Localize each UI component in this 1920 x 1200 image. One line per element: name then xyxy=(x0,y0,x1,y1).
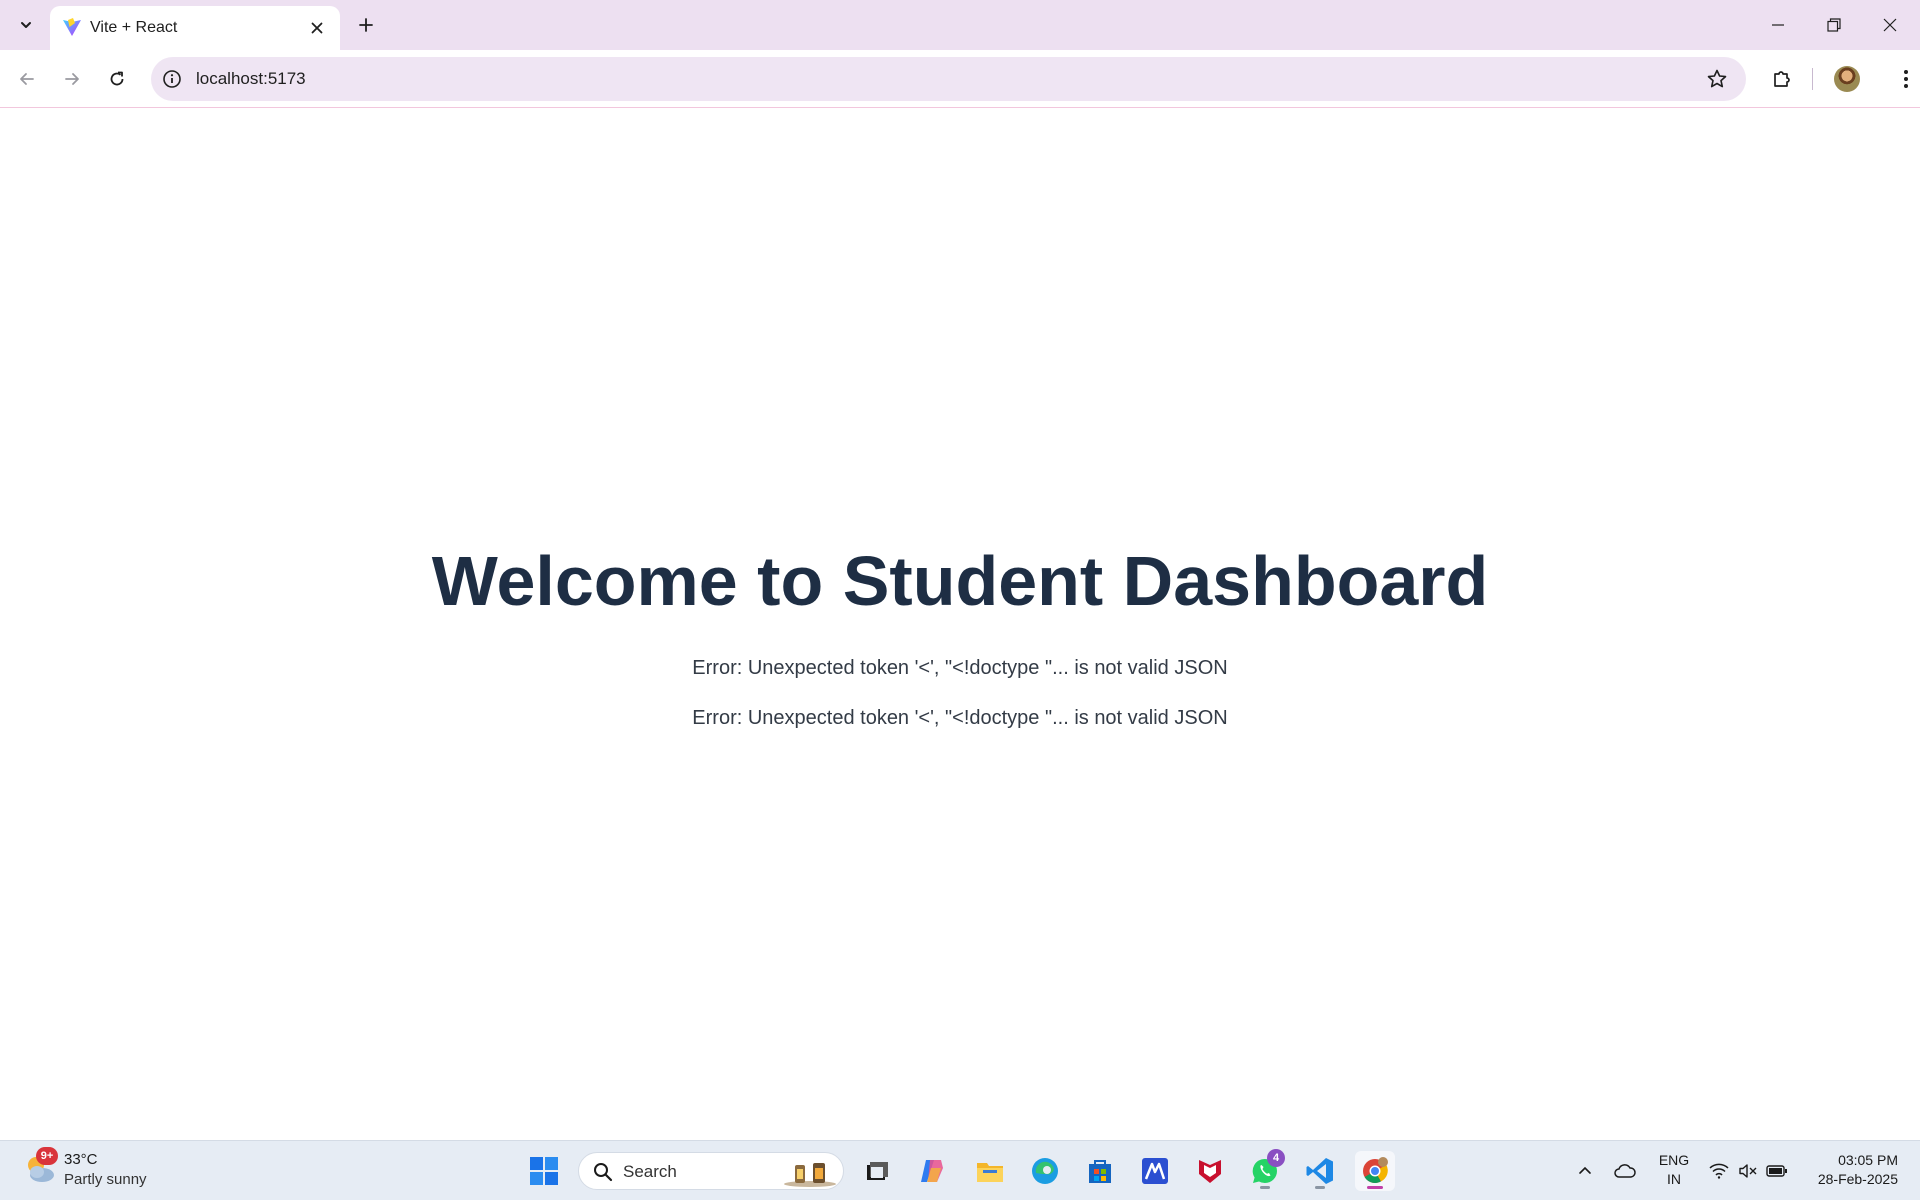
plus-icon xyxy=(359,18,373,32)
battery-button[interactable] xyxy=(1764,1157,1790,1185)
puzzle-icon xyxy=(1774,71,1790,87)
edge-button[interactable] xyxy=(1025,1151,1065,1191)
tab-search-button[interactable] xyxy=(10,10,42,40)
toolbar-divider xyxy=(1812,68,1813,90)
wifi-button[interactable] xyxy=(1706,1157,1732,1185)
search-icon xyxy=(594,1163,613,1182)
taskbar-search[interactable]: Search xyxy=(578,1152,844,1190)
restore-icon xyxy=(1827,18,1841,32)
minimize-button[interactable] xyxy=(1750,0,1806,50)
vscode-icon xyxy=(1306,1158,1333,1184)
arrow-left-icon xyxy=(20,73,34,85)
running-indicator xyxy=(1315,1186,1325,1189)
extensions-button[interactable] xyxy=(1762,59,1802,99)
minimize-icon xyxy=(1772,24,1784,26)
app-button-m[interactable] xyxy=(1135,1151,1175,1191)
address-bar[interactable]: localhost:5173 xyxy=(151,57,1746,101)
back-button[interactable] xyxy=(7,59,47,99)
clock-date: 28-Feb-2025 xyxy=(1817,1171,1898,1187)
windows-start-icon xyxy=(530,1157,558,1185)
taskbar-search-label: Search xyxy=(623,1162,677,1181)
error-message: Error: Unexpected token '<', "<!doctype … xyxy=(692,657,1228,679)
page-title: Welcome to Student Dashboard xyxy=(431,542,1489,620)
chrome-button[interactable] xyxy=(1355,1151,1395,1191)
taskbar: 9+ 33°C Partly sunny Search 4 ENG IN 03:… xyxy=(0,1140,1920,1200)
microsoft-store-button[interactable] xyxy=(1080,1151,1120,1191)
lanterns-icon xyxy=(784,1163,836,1187)
close-icon xyxy=(1883,18,1897,32)
vscode-button[interactable] xyxy=(1300,1151,1340,1191)
arrow-right-icon xyxy=(65,73,79,85)
language-indicator[interactable]: ENG IN xyxy=(1652,1151,1696,1189)
new-tab-button[interactable] xyxy=(350,10,382,40)
chevron-up-icon xyxy=(1579,1166,1591,1174)
file-explorer-button[interactable] xyxy=(970,1151,1010,1191)
reload-icon xyxy=(110,71,124,86)
site-info-icon[interactable] xyxy=(161,68,183,90)
weather-condition: Partly sunny xyxy=(64,1171,147,1188)
mcafee-icon xyxy=(1199,1160,1221,1183)
browser-toolbar: localhost:5173 xyxy=(0,50,1920,108)
wifi-icon xyxy=(1709,1163,1729,1179)
cloud-icon xyxy=(1614,1164,1636,1178)
bookmark-star-icon[interactable] xyxy=(1706,68,1728,90)
chevron-down-icon xyxy=(21,22,31,28)
copilot-button[interactable] xyxy=(912,1151,952,1191)
start-button[interactable] xyxy=(524,1151,564,1191)
weather-temperature: 33°C xyxy=(64,1151,98,1168)
tab-strip: Vite + React xyxy=(0,0,1920,50)
copilot-icon xyxy=(921,1160,943,1182)
whatsapp-badge: 4 xyxy=(1267,1149,1285,1167)
edge-icon xyxy=(1032,1158,1058,1184)
language-code: ENG xyxy=(1658,1152,1690,1168)
vite-icon xyxy=(63,18,81,36)
whatsapp-button[interactable]: 4 xyxy=(1245,1149,1285,1191)
tab-close-button[interactable] xyxy=(306,17,328,39)
more-vertical-icon xyxy=(1904,70,1908,88)
volume-button[interactable] xyxy=(1735,1157,1761,1185)
error-message: Error: Unexpected token '<', "<!doctype … xyxy=(692,707,1228,729)
tab-title: Vite + React xyxy=(90,19,178,36)
onedrive-button[interactable] xyxy=(1612,1157,1638,1185)
task-view-icon xyxy=(867,1162,888,1180)
reload-button[interactable] xyxy=(97,59,137,99)
app-m-icon xyxy=(1142,1158,1168,1184)
profile-avatar[interactable] xyxy=(1834,66,1860,92)
battery-icon xyxy=(1766,1165,1787,1177)
close-icon xyxy=(311,22,323,34)
page-viewport: Welcome to Student Dashboard Error: Unex… xyxy=(0,109,1920,1140)
region-code: IN xyxy=(1667,1171,1681,1187)
forward-button[interactable] xyxy=(52,59,92,99)
system-clock[interactable]: 03:05 PM 28-Feb-2025 xyxy=(1818,1151,1898,1189)
show-hidden-icons-button[interactable] xyxy=(1572,1157,1598,1185)
mcafee-button[interactable] xyxy=(1190,1151,1230,1191)
weather-badge: 9+ xyxy=(36,1147,58,1165)
task-view-button[interactable] xyxy=(857,1151,897,1191)
running-indicator xyxy=(1260,1186,1270,1189)
chrome-icon xyxy=(1363,1157,1388,1184)
store-icon xyxy=(1089,1160,1111,1183)
active-indicator xyxy=(1367,1186,1383,1189)
chrome-menu-button[interactable] xyxy=(1886,59,1920,99)
folder-icon xyxy=(977,1163,1003,1182)
address-bar-url[interactable]: localhost:5173 xyxy=(196,68,306,90)
close-window-button[interactable] xyxy=(1862,0,1918,50)
volume-muted-icon xyxy=(1739,1164,1757,1178)
clock-time: 03:05 PM xyxy=(1838,1152,1898,1168)
restore-button[interactable] xyxy=(1806,0,1862,50)
browser-tab-active[interactable]: Vite + React xyxy=(50,6,340,50)
